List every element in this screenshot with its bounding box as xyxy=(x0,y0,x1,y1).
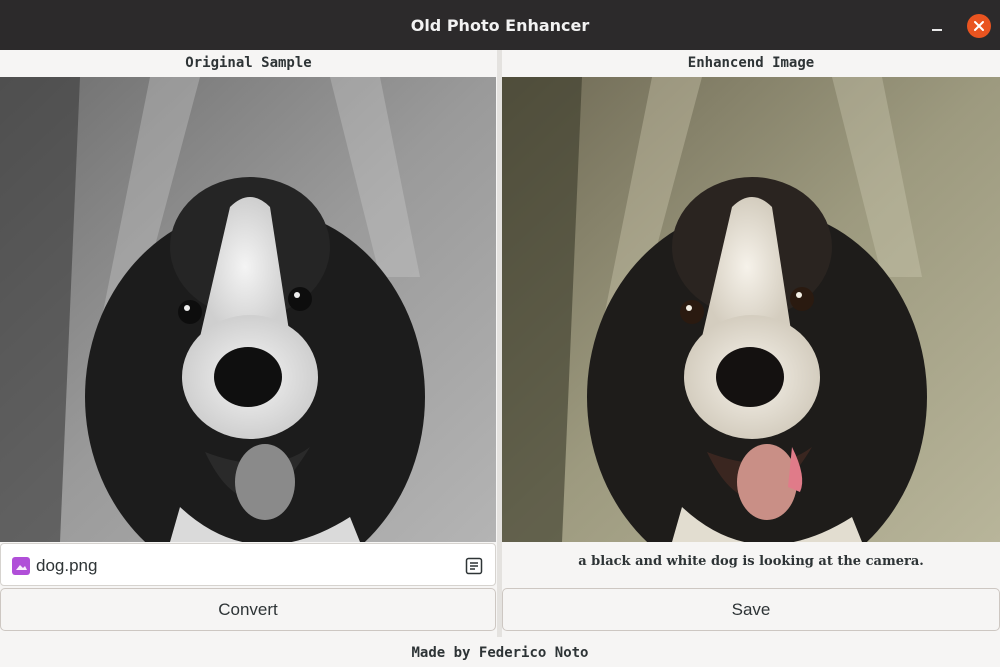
document-icon[interactable] xyxy=(464,556,484,576)
file-name: dog.png xyxy=(36,556,98,575)
image-caption: a black and white dog is looking at the … xyxy=(502,543,1000,581)
title-bar: Old Photo Enhancer xyxy=(0,0,1000,50)
close-icon[interactable] xyxy=(967,14,991,38)
convert-button[interactable]: Convert xyxy=(0,588,496,631)
image-file-icon xyxy=(12,557,30,575)
footer-credit: Made by Federico Noto xyxy=(0,637,1000,667)
enhanced-image-header: Enhancend Image xyxy=(502,50,1000,77)
original-photo xyxy=(0,77,496,542)
minimize-icon[interactable] xyxy=(925,15,949,39)
window-title: Old Photo Enhancer xyxy=(410,16,590,35)
enhanced-photo xyxy=(502,77,1000,542)
save-button[interactable]: Save xyxy=(502,588,1000,631)
original-sample-header: Original Sample xyxy=(0,50,497,77)
file-chooser[interactable]: dog.png xyxy=(0,543,496,586)
